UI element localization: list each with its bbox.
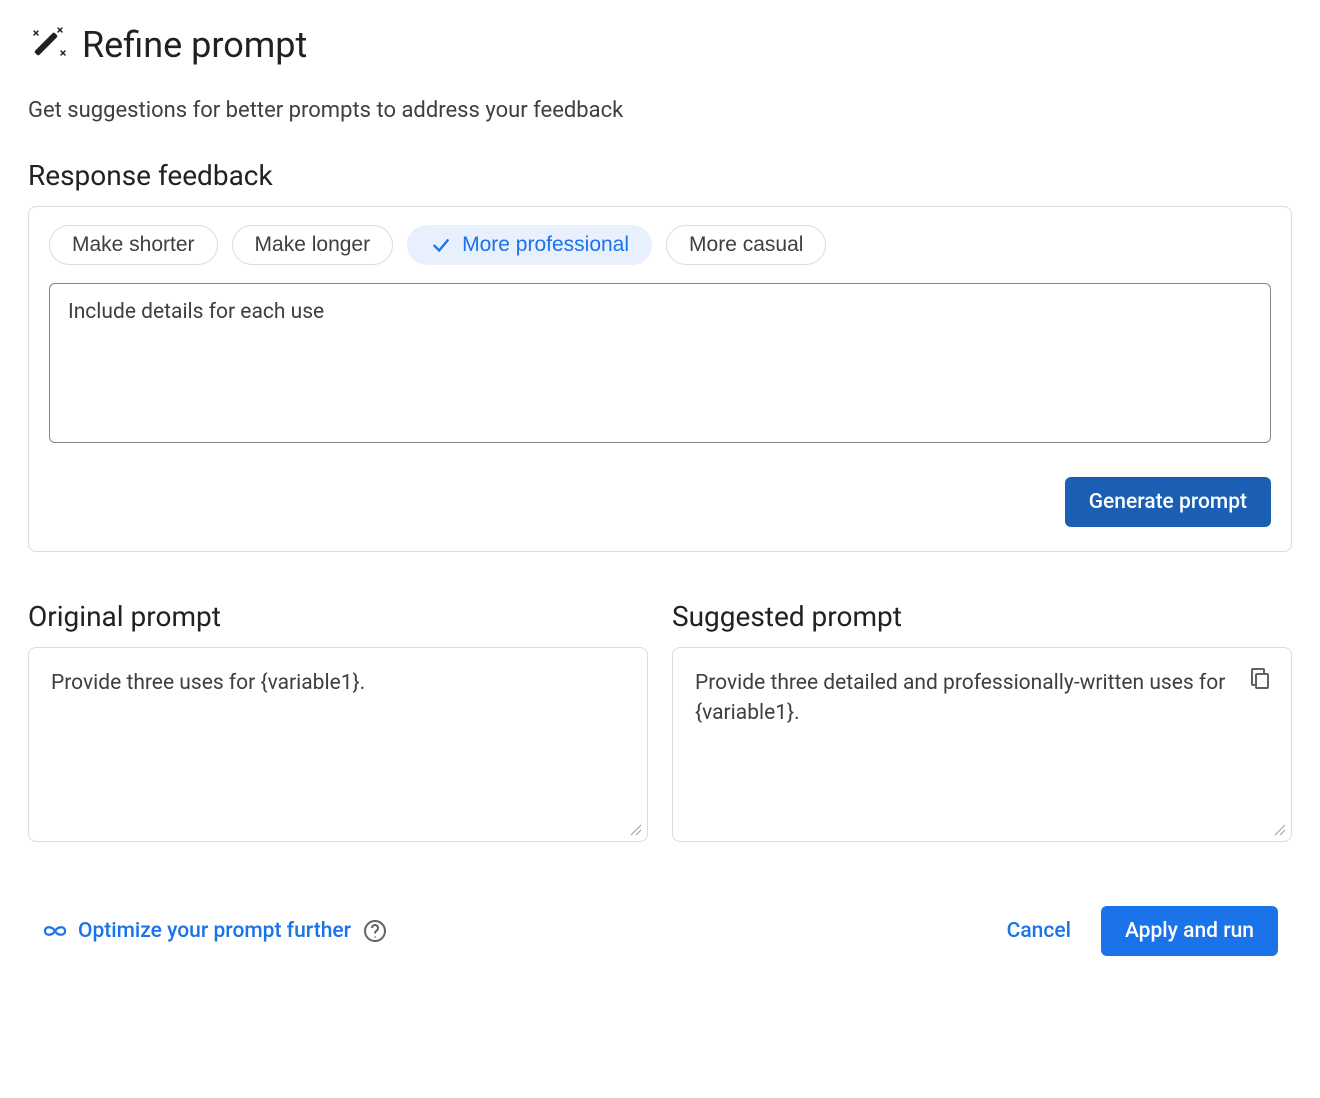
chip-more-professional[interactable]: More professional [407,225,652,265]
suggested-prompt-column: Suggested prompt Provide three detailed … [672,600,1292,842]
page-subtitle: Get suggestions for better prompts to ad… [28,98,1292,123]
feedback-chips-row: Make shorter Make longer More profession… [49,225,1271,265]
chip-make-shorter[interactable]: Make shorter [49,225,218,265]
dialog-footer: Optimize your prompt further Cancel Appl… [28,906,1292,956]
footer-right: Cancel Apply and run [1007,906,1278,956]
dialog-header: Refine prompt [28,24,1292,66]
copy-icon [1248,666,1272,690]
chip-label: More professional [462,233,629,257]
chip-label: Make shorter [72,233,195,257]
original-prompt-heading: Original prompt [28,600,648,633]
prompts-row: Original prompt Provide three uses for {… [28,600,1292,842]
feedback-card: Make shorter Make longer More profession… [28,206,1292,552]
check-icon [430,234,452,256]
suggested-prompt-text: Provide three detailed and professionall… [695,671,1225,725]
chip-make-longer[interactable]: Make longer [232,225,394,265]
resize-handle-icon[interactable] [1273,823,1287,837]
infinity-icon [42,922,68,940]
help-icon[interactable] [363,919,387,943]
suggested-prompt-heading: Suggested prompt [672,600,1292,633]
generate-row: Generate prompt [49,477,1271,527]
optimize-further-link[interactable]: Optimize your prompt further [42,919,351,943]
chip-label: Make longer [255,233,371,257]
original-prompt-column: Original prompt Provide three uses for {… [28,600,648,842]
chip-more-casual[interactable]: More casual [666,225,826,265]
footer-left: Optimize your prompt further [42,919,387,943]
optimize-further-label: Optimize your prompt further [78,919,351,943]
cancel-button[interactable]: Cancel [1007,919,1071,943]
generate-prompt-button[interactable]: Generate prompt [1065,477,1271,527]
page-title: Refine prompt [82,24,307,66]
feedback-input[interactable] [49,283,1271,443]
suggested-prompt-box[interactable]: Provide three detailed and professionall… [672,647,1292,842]
original-prompt-text: Provide three uses for {variable1}. [51,671,365,695]
chip-label: More casual [689,233,803,257]
apply-and-run-button[interactable]: Apply and run [1101,906,1278,956]
copy-button[interactable] [1245,664,1275,694]
feedback-heading: Response feedback [28,159,1292,192]
original-prompt-box[interactable]: Provide three uses for {variable1}. [28,647,648,842]
resize-handle-icon[interactable] [629,823,643,837]
magic-wand-icon [28,25,68,65]
